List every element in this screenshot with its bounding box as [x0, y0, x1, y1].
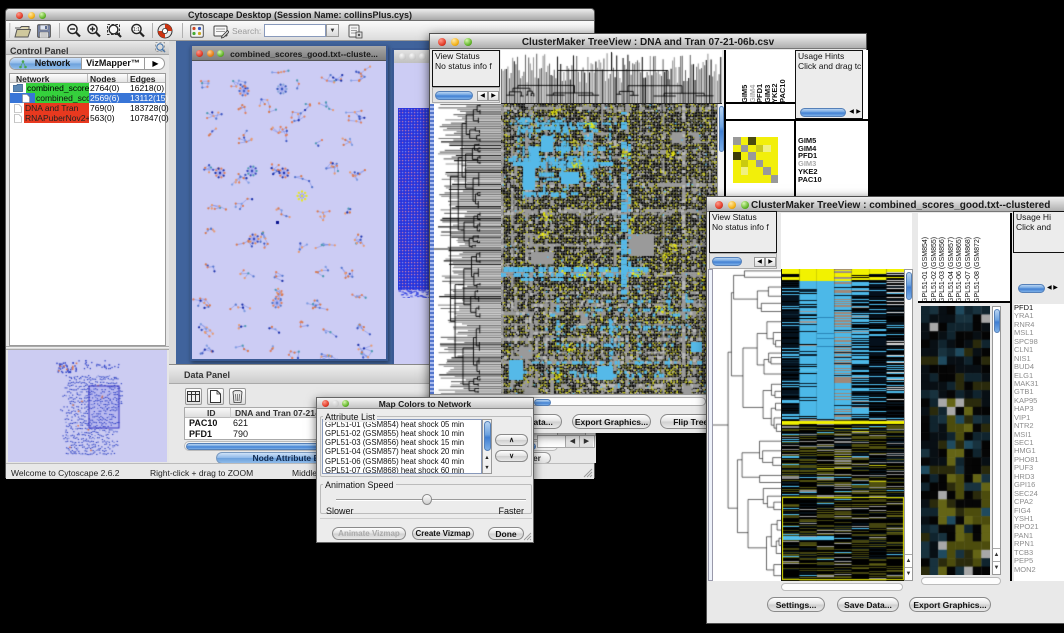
svg-text:1:1: 1:1	[133, 27, 140, 33]
